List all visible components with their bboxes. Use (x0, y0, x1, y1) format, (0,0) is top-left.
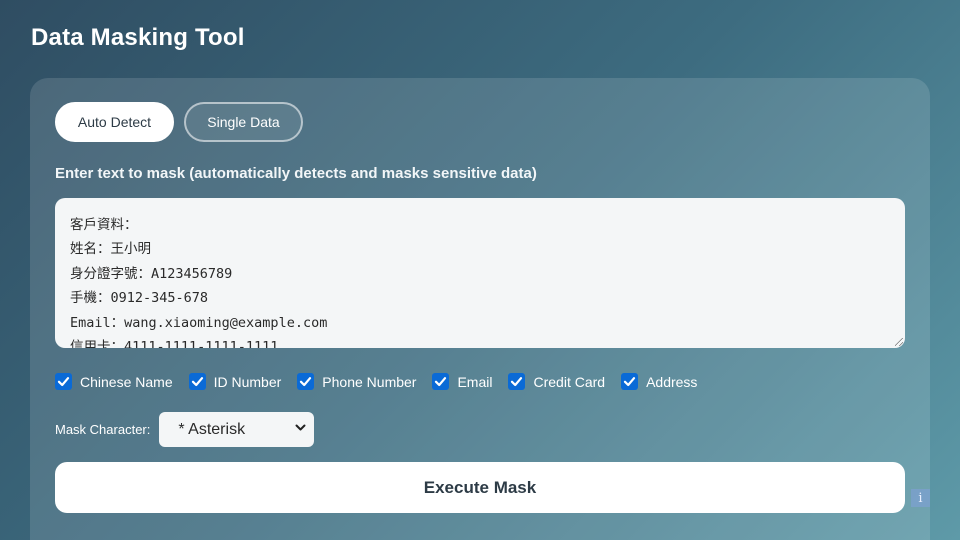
text-line: Email：wang.xiaoming@example.com (70, 314, 328, 331)
input-label: Enter text to mask (automatically detect… (55, 165, 537, 182)
page-title: Data Masking Tool (31, 24, 245, 51)
text-line: 手機：0912-345-678 (70, 290, 209, 307)
info-icon[interactable]: i (911, 489, 930, 507)
option-label: Chinese Name (80, 373, 173, 390)
option-credit-card[interactable]: Credit Card (508, 373, 605, 390)
mode-tabs: Auto Detect Single Data (55, 102, 303, 142)
checkbox-checked-icon[interactable] (508, 373, 526, 390)
mask-character-row: Mask Character: * Asterisk (55, 412, 315, 447)
option-label: ID Number (213, 373, 282, 390)
text-input[interactable]: 客戶資料： 姓名：王小明身分證字號：A123456789 手機：0912-345-6… (55, 198, 905, 348)
detection-options: Chinese Name ID Number Phone Number Emai… (55, 373, 713, 390)
option-chinese-name[interactable]: Chinese Name (55, 373, 173, 390)
tab-auto-detect[interactable]: Auto Detect (55, 102, 174, 142)
option-phone-number[interactable]: Phone Number (297, 373, 416, 390)
text-line: 信用卡：4111-1111-1111-1111 (70, 339, 279, 348)
chevron-down-icon (295, 424, 306, 431)
resize-handle[interactable] (895, 338, 903, 346)
mask-character-value: * Asterisk (178, 420, 246, 438)
option-label: Credit Card (533, 373, 606, 390)
option-email[interactable]: Email (432, 373, 492, 390)
option-id-number[interactable]: ID Number (188, 373, 282, 390)
mask-character-label: Mask Character: (55, 422, 151, 437)
mask-character-select[interactable]: * Asterisk (159, 412, 315, 447)
option-label: Phone Number (322, 373, 417, 390)
checkbox-checked-icon[interactable] (55, 373, 72, 390)
checkbox-checked-icon[interactable] (188, 373, 206, 390)
text-line: 姓名：王小明 (70, 241, 151, 258)
execute-mask-button[interactable]: Execute Mask (55, 462, 905, 513)
tab-single-data[interactable]: Single Data (184, 102, 303, 142)
option-label: Email (457, 373, 493, 390)
text-line: 客戶資料： (70, 217, 138, 233)
option-address[interactable]: Address (621, 373, 697, 390)
checkbox-checked-icon[interactable] (297, 373, 315, 390)
text-line: 身分證字號：A123456789 (70, 265, 233, 282)
checkbox-checked-icon[interactable] (432, 373, 450, 390)
checkbox-checked-icon[interactable] (621, 373, 639, 390)
masking-panel: Auto Detect Single Data Enter text to ma… (30, 78, 930, 540)
option-label: Address (646, 373, 698, 390)
